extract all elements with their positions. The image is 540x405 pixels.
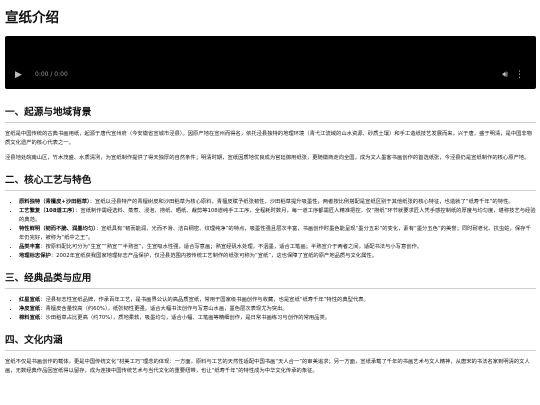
section-paragraph: 宣纸不仅是书画创作的载体，更是中国传统文化“材美工巧”理念的体现：一方面，原料与… xyxy=(5,359,530,374)
video-player[interactable]: ▶ 0:00 / 0:00 🔊︎ ⋮ xyxy=(5,36,536,89)
list-item-term: 工艺繁复（108道工序） xyxy=(19,208,76,214)
section-heading-culture: 四、文化内涵 xyxy=(5,335,536,351)
section-heading-craft: 二、核心工艺与特色 xyxy=(5,175,536,191)
section-heading-origin: 一、起源与地域背景 xyxy=(5,107,536,123)
list-item-text: ：宣纸具有“韧而能润、光而不滑、洁白稠密、纹理纯净”的特点，吸墨性强且层次丰富，… xyxy=(19,226,531,241)
craft-list: 原料独特（青檀皮+沙田稻草）：宣纸以泾县特产的青檀树皮和沙田稻草为核心原料，青檀… xyxy=(5,198,536,261)
list-item-text: ：按原料配比可分为“生宣”“熟宣”“半熟宣”，生宣吸水性强，适合写意画；熟宣经矾… xyxy=(40,244,423,250)
section-heading-varieties: 三、经典品类与应用 xyxy=(5,273,536,289)
list-item: 地理标志保护：2002年宣纸获我国家地理标志产品保护，仅泾县范围内按传统工艺制作… xyxy=(19,252,536,261)
list-item: 棉料宣纸：沙田稻草占比更高（约70%），质地柔软，吸墨均匀，适合小幅、工笔画等精… xyxy=(19,314,536,323)
section-paragraph: 泾县地处皖南山区，竹木茂盛、水质清冽，为宣纸制作提供了得天独厚的自然条件；明清时… xyxy=(5,155,530,161)
list-item-text: ：宣纸制作需经选料、蒸煮、浸泡、捞纸、晒纸、裁剪等108道纯手工工序，全程耗时数… xyxy=(19,208,536,223)
video-time: 0:00 / 0:00 xyxy=(35,71,68,78)
volume-icon[interactable]: 🔊︎ xyxy=(502,70,508,80)
list-item-text: ：2002年宣纸获我国家地理标志产品保护，仅泾县范围内按传统工艺制作的纸张可称为… xyxy=(50,253,377,259)
page-title: 宣纸介绍 xyxy=(5,10,59,26)
list-item: 特性鲜明（韧而不脆、润墨均匀）：宣纸具有“韧而能润、光而不滑、洁白稠密、纹理纯净… xyxy=(19,225,536,243)
list-item-term: 净皮宣纸 xyxy=(19,306,41,312)
section-paragraph: 宣纸是中国传统的古典书画用纸，起源于唐代宣州府（今安徽省宣城市泾县）。因原产地在… xyxy=(5,131,533,146)
list-item-term: 地理标志保护 xyxy=(19,253,51,259)
list-item-text: ：青檀皮含量较高（约60%），纸张韧性更强，适合大幅书法创作与写意山水画，墨色层… xyxy=(40,306,288,312)
list-item: 工艺繁复（108道工序）：宣纸制作需经选料、蒸煮、浸泡、捞纸、晒纸、裁剪等108… xyxy=(19,207,536,225)
varieties-list: 红星宣纸：泾县标志性宣纸品牌，作承百年工艺，是书画界公认的高品质宣纸，常用于国家… xyxy=(5,296,536,323)
list-item-term: 红星宣纸 xyxy=(19,297,41,303)
play-icon[interactable]: ▶ xyxy=(15,70,22,80)
list-item: 原料独特（青檀皮+沙田稻草）：宣纸以泾县特产的青檀树皮和沙田稻草为核心原料，青檀… xyxy=(19,198,536,207)
list-item: 红星宣纸：泾县标志性宣纸品牌，作承百年工艺，是书画界公认的高品质宣纸，常用于国家… xyxy=(19,296,536,305)
list-item-text: ：宣纸以泾县特产的青檀树皮和沙田稻草为核心原料，青檀皮赋予纸张韧性，沙田稻草提升… xyxy=(89,199,514,205)
list-item-text: ：泾县标志性宣纸品牌，作承百年工艺，是书画界公认的高品质宣纸，常用于国家级书画创… xyxy=(40,297,369,303)
list-item: 品类丰富：按原料配比可分为“生宣”“熟宣”“半熟宣”，生宣吸水性强，适合写意画；… xyxy=(19,243,536,252)
list-item-term: 棉料宣纸 xyxy=(19,315,41,321)
list-item-text: ：沙田稻草占比更高（约70%），质地柔软，吸墨均匀，适合小幅、工笔画等精细创作，… xyxy=(40,315,331,321)
list-item: 净皮宣纸：青檀皮含量较高（约60%），纸张韧性更强，适合大幅书法创作与写意山水画… xyxy=(19,305,536,314)
list-item-term: 原料独特（青檀皮+沙田稻草） xyxy=(19,199,90,205)
list-item-term: 品类丰富 xyxy=(19,244,41,250)
more-options-icon[interactable]: ⋮ xyxy=(515,70,524,80)
page: 宣纸介绍 ▶ 0:00 / 0:00 🔊︎ ⋮ 一、起源与地域背景 宣纸是中国传… xyxy=(0,0,540,376)
list-item-term: 特性鲜明（韧而不脆、润墨均匀） xyxy=(19,226,96,232)
